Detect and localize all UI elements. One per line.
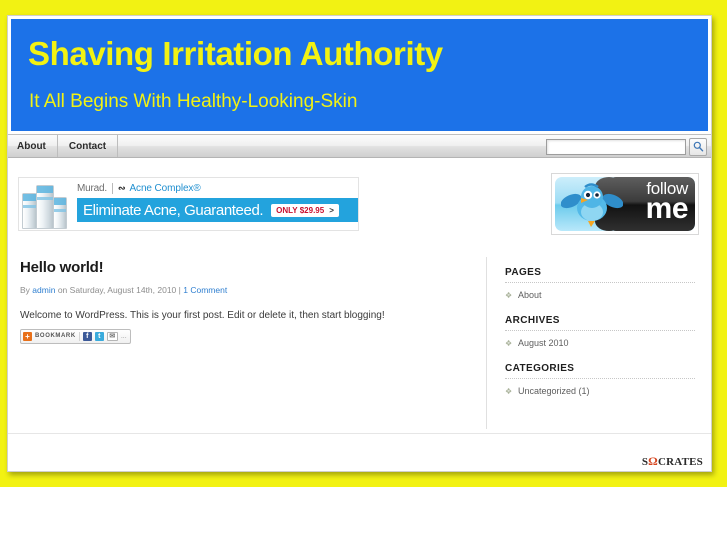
widget-title: ARCHIVES bbox=[505, 315, 560, 326]
list-item[interactable]: ❖ About bbox=[505, 289, 695, 301]
bullet-icon: ❖ bbox=[505, 386, 513, 396]
nav-item-contact[interactable]: Contact bbox=[58, 135, 119, 157]
content-sidebar-divider bbox=[486, 257, 487, 429]
ad-headline: Eliminate Acne, Guaranteed. bbox=[83, 201, 264, 219]
divider bbox=[505, 330, 695, 331]
post-meta: By admin on Saturday, August 14th, 2010 … bbox=[20, 285, 472, 295]
bullet-icon: ❖ bbox=[505, 290, 513, 300]
site-tagline: It All Begins With Healthy-Looking-Skin bbox=[29, 91, 358, 112]
ad-brand-label: Murad. bbox=[77, 183, 113, 194]
post-author-link[interactable]: admin bbox=[32, 285, 55, 295]
email-icon[interactable]: ✉ bbox=[106, 331, 118, 341]
ad-cta-label: ONLY $29.95 bbox=[276, 205, 325, 215]
bookmark-share-widget[interactable]: + BOOKMARK f t ✉ ... bbox=[20, 328, 131, 344]
divider bbox=[78, 331, 80, 341]
ad-cta-button[interactable]: ONLY $29.95 > bbox=[271, 203, 339, 217]
list-item-label: Uncategorized (1) bbox=[518, 386, 590, 396]
sidebar: PAGES ❖ About ARCHIVES ❖ August 2010 CAT… bbox=[505, 267, 695, 411]
nav-item-label: About bbox=[17, 140, 46, 152]
post-meta-separator: | bbox=[178, 285, 181, 295]
search-icon bbox=[693, 140, 704, 155]
twitter-bird-icon bbox=[560, 181, 624, 229]
list-item-label: August 2010 bbox=[518, 338, 569, 348]
widget-title: PAGES bbox=[505, 267, 542, 278]
post-comments-link[interactable]: 1 Comment bbox=[183, 285, 227, 295]
list-item[interactable]: ❖ August 2010 bbox=[505, 337, 695, 349]
widget-archives: ARCHIVES ❖ August 2010 bbox=[505, 315, 695, 349]
post-content: Hello world! By admin on Saturday, Augus… bbox=[20, 259, 472, 344]
post-meta-date: on Saturday, August 14th, 2010 bbox=[57, 285, 177, 295]
chevron-right-icon: > bbox=[329, 205, 334, 215]
facebook-icon[interactable]: f bbox=[82, 331, 92, 341]
site-container: Shaving Irritation Authority It All Begi… bbox=[7, 15, 712, 472]
widget-list: ❖ About bbox=[505, 289, 695, 301]
widget-categories: CATEGORIES ❖ Uncategorized (1) bbox=[505, 363, 695, 397]
ad-brand-row: Murad. ∾ Acne Complex® bbox=[77, 180, 201, 197]
divider bbox=[505, 378, 695, 379]
search-form bbox=[546, 138, 707, 156]
follow-badge-line2: me bbox=[645, 192, 689, 225]
ad-headline-bar: Eliminate Acne, Guaranteed. ONLY $29.95 … bbox=[77, 198, 358, 222]
widget-title: CATEGORIES bbox=[505, 363, 575, 374]
widget-list: ❖ Uncategorized (1) bbox=[505, 385, 695, 397]
follow-badge-inner: follow me bbox=[555, 177, 695, 231]
search-button[interactable] bbox=[689, 138, 707, 156]
site-title: Shaving Irritation Authority bbox=[28, 35, 443, 72]
more-share-icon[interactable]: ... bbox=[121, 333, 127, 340]
primary-navigation: About Contact bbox=[8, 134, 711, 158]
bullet-icon: ❖ bbox=[505, 338, 513, 348]
nav-item-label: Contact bbox=[68, 140, 107, 152]
search-input[interactable] bbox=[546, 139, 686, 155]
post-title: Hello world! bbox=[20, 259, 104, 276]
list-item-label: About bbox=[518, 290, 542, 300]
nav-item-list: About Contact bbox=[8, 135, 119, 157]
twitter-follow-badge[interactable]: follow me bbox=[551, 173, 699, 235]
bookmark-plus-icon: + bbox=[23, 331, 32, 341]
socrates-logo[interactable]: S Ω CRATES bbox=[642, 454, 703, 469]
site-header: Shaving Irritation Authority It All Begi… bbox=[11, 19, 708, 131]
widget-pages: PAGES ❖ About bbox=[505, 267, 695, 301]
twitter-icon[interactable]: t bbox=[94, 331, 104, 341]
bookmark-label: BOOKMARK bbox=[35, 333, 76, 339]
post-meta-by: By bbox=[20, 285, 30, 295]
ad-product-label: Acne Complex® bbox=[129, 183, 201, 194]
promo-strip: Murad. ∾ Acne Complex® Eliminate Acne, G… bbox=[8, 159, 711, 255]
post-body: Welcome to WordPress. This is your first… bbox=[20, 310, 385, 321]
site-footer: S Ω CRATES bbox=[8, 433, 711, 471]
socrates-logo-suffix: CRATES bbox=[657, 456, 703, 468]
widget-list: ❖ August 2010 bbox=[505, 337, 695, 349]
ad-product-image bbox=[19, 178, 77, 230]
omega-icon: Ω bbox=[648, 454, 658, 468]
divider bbox=[505, 282, 695, 283]
main-area: Hello world! By admin on Saturday, Augus… bbox=[8, 255, 711, 433]
list-item[interactable]: ❖ Uncategorized (1) bbox=[505, 385, 695, 397]
nav-item-about[interactable]: About bbox=[8, 135, 58, 157]
advertisement-banner[interactable]: Murad. ∾ Acne Complex® Eliminate Acne, G… bbox=[18, 177, 359, 231]
ad-squiggle-icon: ∾ bbox=[117, 183, 125, 193]
